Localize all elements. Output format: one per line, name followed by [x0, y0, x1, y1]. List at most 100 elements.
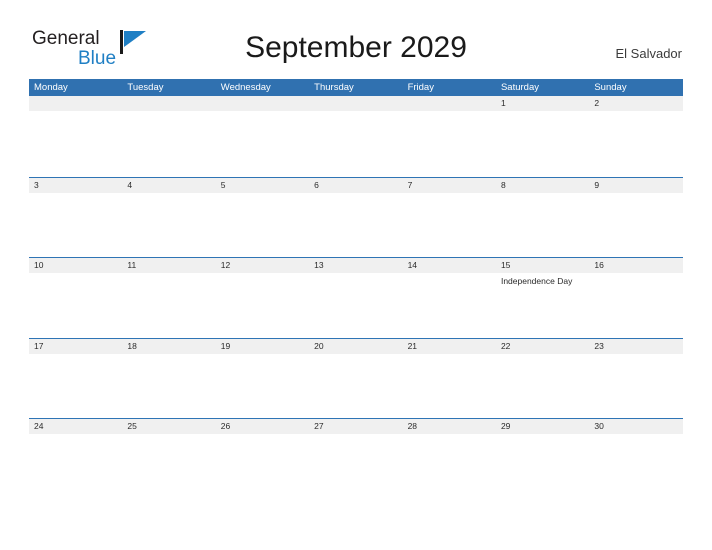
day-events[interactable] [496, 434, 589, 498]
day-cell[interactable]: 12 [216, 258, 309, 273]
week-date-band: 1 2 [29, 96, 683, 111]
day-events[interactable] [403, 354, 496, 418]
day-events[interactable] [496, 354, 589, 418]
day-events[interactable] [122, 354, 215, 418]
day-cell[interactable]: 21 [403, 339, 496, 354]
day-cell[interactable]: 28 [403, 419, 496, 434]
day-cell[interactable]: 3 [29, 178, 122, 193]
day-events[interactable] [309, 273, 402, 337]
week-row: 3 4 5 6 7 8 9 [29, 176, 683, 258]
day-events[interactable] [122, 273, 215, 337]
day-cell[interactable]: 10 [29, 258, 122, 273]
day-events[interactable] [29, 273, 122, 337]
day-cell[interactable]: 27 [309, 419, 402, 434]
week-row: 10 11 12 13 14 15 16 Independence Day [29, 257, 683, 338]
day-events[interactable] [29, 354, 122, 418]
day-events[interactable] [589, 354, 682, 418]
day-number: 1 [500, 98, 506, 108]
day-number: 10 [34, 260, 44, 270]
event-text [594, 273, 682, 275]
day-cell[interactable]: 25 [122, 419, 215, 434]
day-cell[interactable]: 15 [496, 258, 589, 273]
event-text [127, 273, 215, 275]
day-cell[interactable]: 20 [309, 339, 402, 354]
page-title: September 2029 [245, 31, 467, 64]
day-number: 26 [220, 421, 231, 431]
day-events[interactable] [403, 273, 496, 337]
day-events[interactable] [29, 434, 122, 498]
day-cell[interactable]: 17 [29, 339, 122, 354]
day-cell[interactable]: 18 [122, 339, 215, 354]
day-cell[interactable]: 30 [589, 419, 682, 434]
day-events[interactable] [309, 193, 402, 257]
day-number: 24 [34, 421, 44, 431]
event-text [408, 434, 496, 436]
day-cell[interactable] [309, 96, 402, 111]
day-events[interactable] [122, 112, 215, 176]
day-events[interactable] [216, 354, 309, 418]
day-events[interactable] [496, 112, 589, 176]
day-cell[interactable]: 7 [403, 178, 496, 193]
weekday-header-wednesday: Wednesday [220, 82, 271, 93]
week-row: 17 18 19 20 21 22 23 [29, 337, 683, 419]
day-events[interactable] [29, 112, 122, 176]
day-number: 6 [314, 179, 319, 190]
day-cell[interactable]: 19 [216, 339, 309, 354]
day-events[interactable] [589, 434, 682, 498]
day-cell[interactable]: 26 [216, 419, 309, 434]
day-cell[interactable]: 5 [216, 178, 309, 193]
day-cell[interactable]: 29 [496, 419, 589, 434]
day-cell[interactable] [216, 96, 309, 111]
day-number: 7 [407, 179, 413, 190]
day-events[interactable] [403, 434, 496, 498]
day-events[interactable] [216, 193, 309, 257]
day-number: 21 [407, 340, 418, 351]
day-cell[interactable]: 4 [122, 178, 215, 193]
day-events[interactable] [122, 193, 215, 257]
day-events[interactable] [309, 112, 402, 176]
event-text [34, 112, 122, 114]
event-text [408, 112, 496, 114]
day-events[interactable] [216, 273, 309, 337]
day-events[interactable] [309, 434, 402, 498]
day-events[interactable] [496, 193, 589, 257]
event-text [314, 354, 402, 356]
day-cell[interactable]: 1 [496, 96, 589, 111]
weekday-header-monday: Monday [34, 82, 68, 93]
day-cell[interactable]: 23 [589, 339, 682, 354]
week-body [29, 193, 683, 257]
day-events[interactable]: Independence Day [496, 273, 589, 337]
day-cell[interactable]: 11 [122, 258, 215, 273]
day-events[interactable] [216, 112, 309, 176]
day-events[interactable] [29, 193, 122, 257]
day-cell[interactable]: 22 [496, 339, 589, 354]
day-events[interactable] [403, 193, 496, 257]
day-cell[interactable]: 6 [309, 178, 402, 193]
day-events[interactable] [309, 354, 402, 418]
day-cell[interactable] [403, 96, 496, 111]
day-cell[interactable]: 13 [309, 258, 402, 273]
day-cell[interactable] [29, 96, 122, 111]
event-text [501, 112, 589, 114]
day-events[interactable] [589, 193, 682, 257]
day-cell[interactable]: 2 [589, 96, 682, 111]
day-events[interactable] [589, 112, 682, 176]
day-cell[interactable]: 8 [496, 178, 589, 193]
day-cell[interactable]: 9 [589, 178, 682, 193]
event-text [221, 112, 309, 114]
day-number: 2 [594, 98, 600, 108]
day-events[interactable] [216, 434, 309, 498]
event-text [314, 273, 402, 275]
day-events[interactable] [589, 273, 682, 337]
day-cell[interactable]: 24 [29, 419, 122, 434]
day-events[interactable] [122, 434, 215, 498]
week-date-band: 3 4 5 6 7 8 9 [29, 177, 683, 193]
weekday-header-sunday: Sunday [594, 82, 627, 93]
day-cell[interactable]: 16 [589, 258, 682, 273]
day-events[interactable] [403, 112, 496, 176]
day-number: 8 [500, 179, 506, 190]
event-text [314, 434, 402, 436]
day-cell[interactable]: 14 [403, 258, 496, 273]
week-body [29, 112, 683, 176]
day-cell[interactable] [122, 96, 215, 111]
